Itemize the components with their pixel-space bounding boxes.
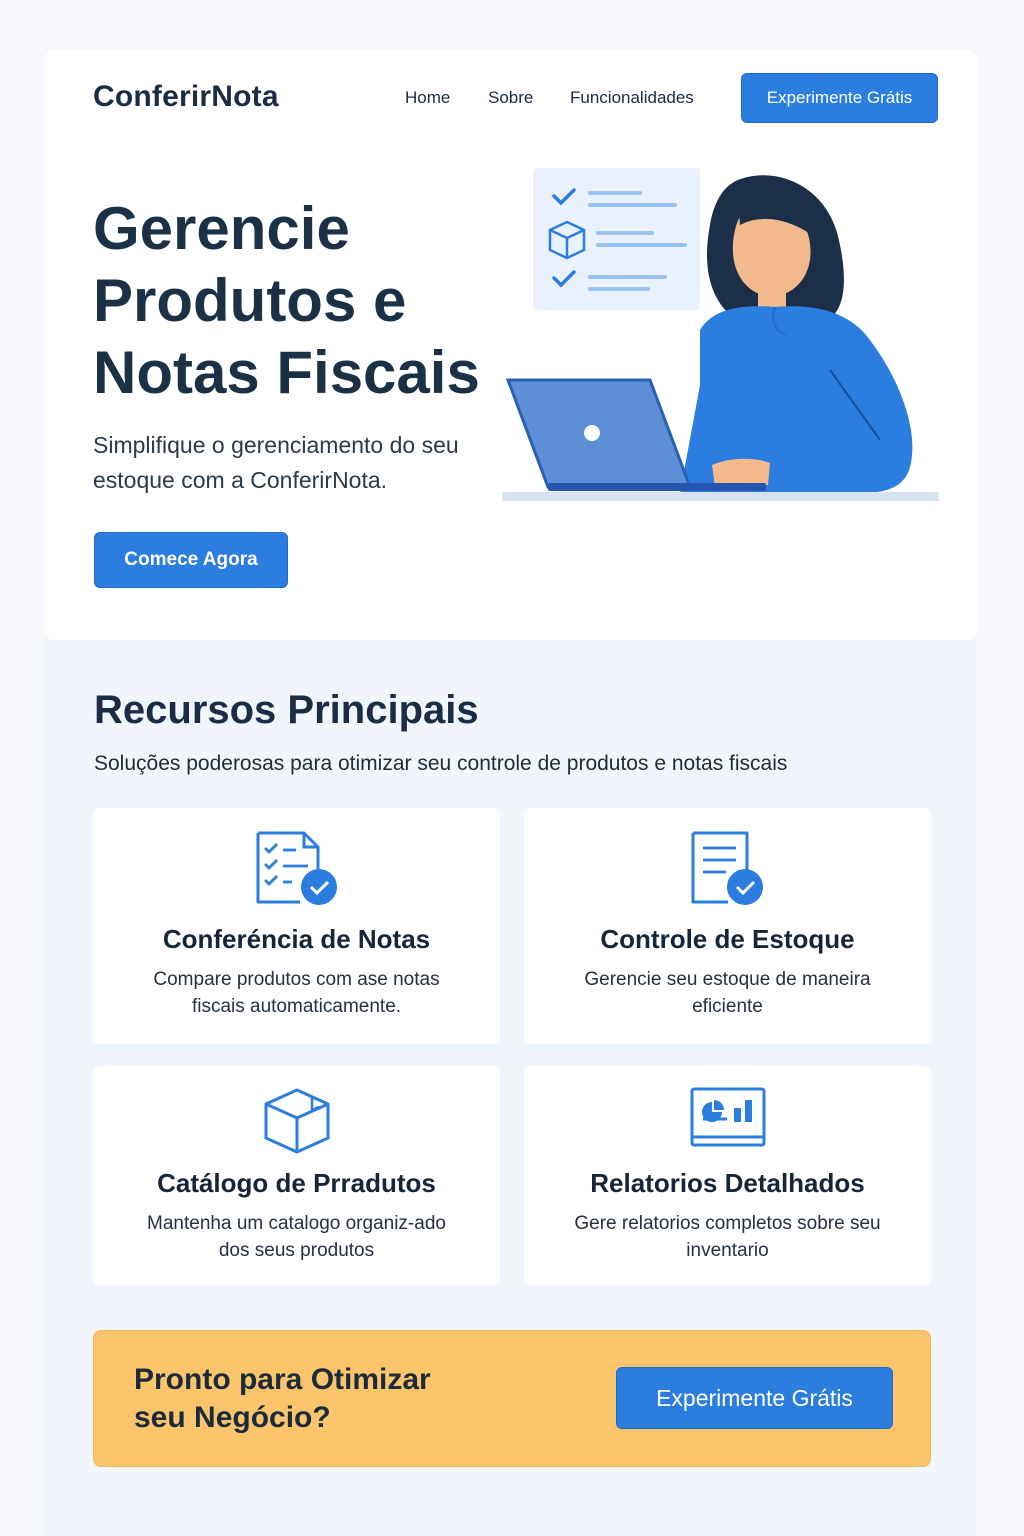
nav-sobre[interactable]: Sobre [488, 88, 533, 108]
checklist-document-icon [256, 831, 337, 905]
try-free-nav-button[interactable]: Experimente Grátis [741, 73, 938, 123]
feature-description: Compare produtos com ase notas fiscais a… [153, 969, 440, 1017]
feature-description: Gerencie seu estoque de maneira eficient… [584, 969, 871, 1017]
nav-funcionalidades[interactable]: Funcionalidades [570, 88, 694, 108]
try-free-banner-button[interactable]: Experimente Grátis [616, 1367, 893, 1429]
feature-title: Controle de Estoque [600, 924, 855, 954]
feature-card-estoque[interactable]: Controle de Estoque Gerencie seu estoque… [524, 808, 931, 1044]
feature-title: Catálogo de Prradutos [157, 1168, 436, 1198]
banner-title: Pronto para Otimizar seu Negócio? [134, 1363, 431, 1434]
box-icon [264, 1088, 329, 1154]
person-figure [680, 175, 913, 493]
hero-subtitle: Simplifique o gerenciamento do seu estoq… [93, 432, 459, 493]
nav-home[interactable]: Home [405, 88, 450, 108]
features-title: Recursos Principais [94, 688, 479, 732]
logo[interactable]: ConferirNota [93, 80, 279, 114]
hero-illustration [502, 168, 939, 501]
feature-card-relatorios[interactable]: Relatorios Detalhados Gere relatorios co… [524, 1066, 931, 1285]
desk-surface [502, 492, 939, 501]
report-chart-icon [690, 1087, 765, 1147]
start-now-button[interactable]: Comece Agora [94, 532, 288, 588]
feature-description: Mantenha um catalogo organiz-ado dos seu… [147, 1213, 446, 1261]
feature-card-catalogo[interactable]: Catálogo de Prradutos Mantenha um catalo… [93, 1066, 500, 1285]
feature-description: Gere relatorios completos sobre seu inve… [574, 1213, 881, 1261]
cta-banner: Pronto para Otimizar seu Negócio? Experi… [93, 1330, 931, 1467]
feature-title: Relatorios Detalhados [590, 1168, 865, 1198]
document-check-icon [691, 831, 763, 905]
feature-card-conferencia[interactable]: Conferéncia de Notas Compare produtos co… [93, 808, 500, 1044]
hero-title: Gerencie Produtos e Notas Fiscais [93, 195, 480, 406]
feature-title: Conferéncia de Notas [162, 924, 431, 954]
features-subtitle: Soluções poderosas para otimizar seu con… [94, 752, 788, 775]
